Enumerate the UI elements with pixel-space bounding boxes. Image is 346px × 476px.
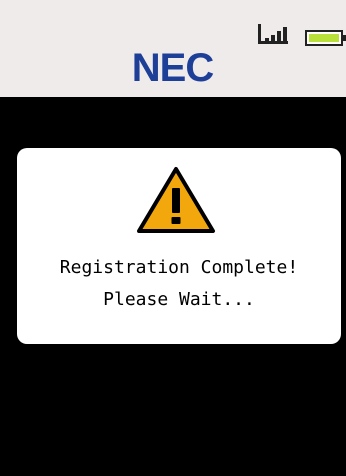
brand-logo: NEC	[131, 46, 214, 90]
registration-complete-text: Registration Complete!	[59, 257, 299, 278]
status-header: NEC	[0, 0, 346, 97]
signal-strength-icon	[258, 24, 288, 44]
please-wait-text: Please Wait...	[103, 289, 255, 310]
warning-triangle-icon	[137, 167, 215, 233]
battery-icon	[305, 30, 346, 46]
